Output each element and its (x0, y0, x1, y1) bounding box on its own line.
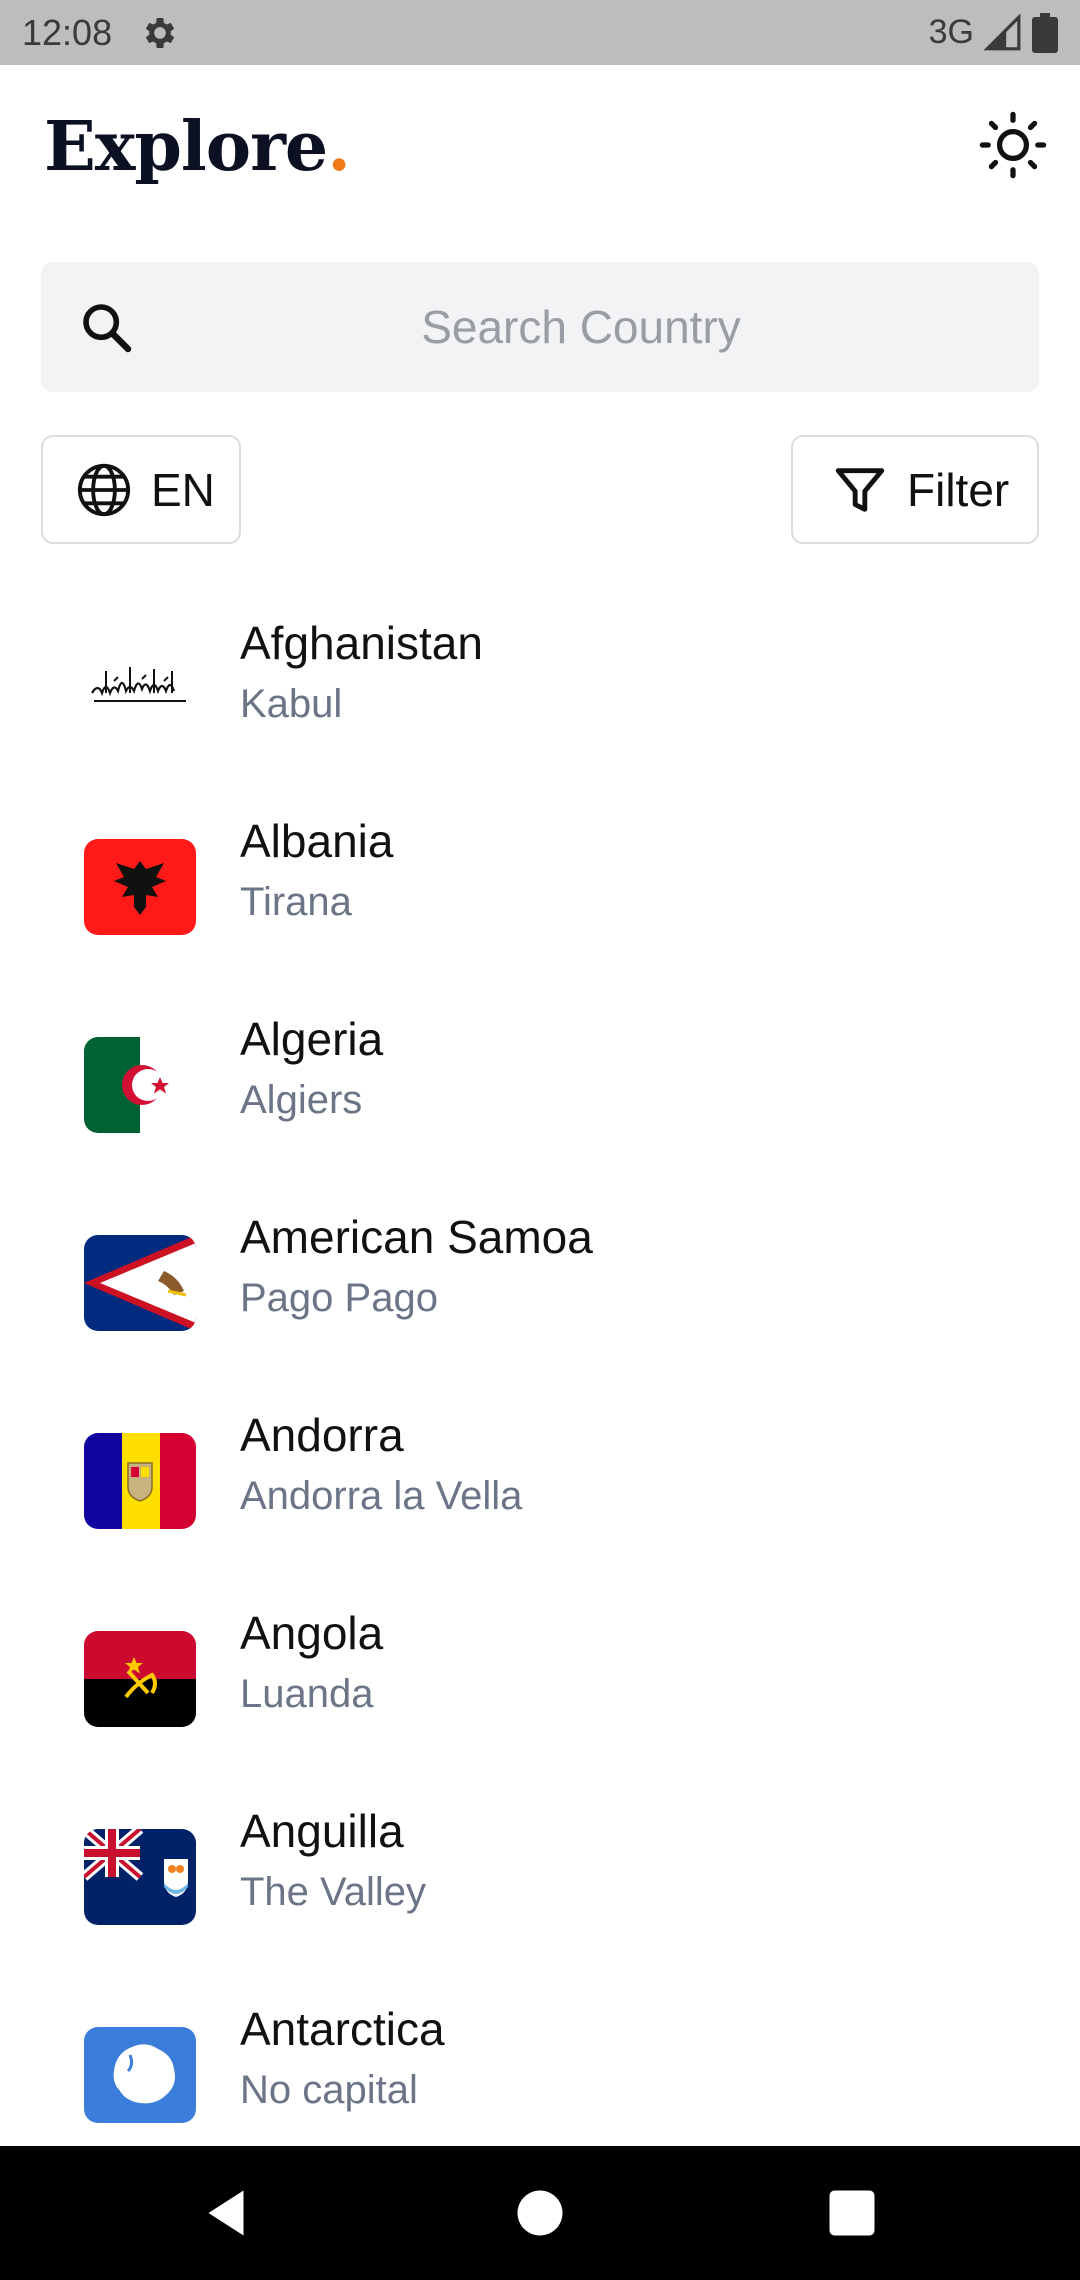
status-bar: 12:08 3G (0, 0, 1080, 65)
logo-text: Explore (44, 107, 328, 187)
andorra-flag-icon (84, 1433, 196, 1529)
country-capital: No capital (240, 2068, 418, 2112)
globe-icon (77, 463, 131, 516)
country-name: Andorra (240, 1409, 404, 1461)
country-capital: Luanda (240, 1672, 374, 1716)
list-item[interactable]: Anguilla The Valley (0, 1786, 1080, 1984)
country-name: Antarctica (240, 2003, 445, 2055)
search-bar[interactable] (41, 262, 1039, 392)
afghanistan-flag-icon (84, 641, 196, 737)
country-capital: Andorra la Vella (240, 1474, 523, 1518)
battery-icon (1032, 12, 1058, 53)
status-time: 12:08 (22, 11, 113, 53)
filter-icon (835, 467, 885, 512)
country-capital: Algiers (240, 1078, 363, 1122)
app-header: Explore. (0, 65, 1080, 220)
list-item[interactable]: Antarctica No capital (0, 1984, 1080, 2146)
list-item[interactable]: Algeria Algiers (0, 994, 1080, 1192)
filter-label: Filter (907, 463, 1010, 516)
country-name: Afghanistan (240, 617, 483, 669)
country-name: Anguilla (240, 1805, 404, 1857)
search-input[interactable] (151, 262, 1011, 392)
country-list[interactable]: Afghanistan Kabul Albania Tirana Algeria (0, 598, 1080, 2146)
country-capital: The Valley (240, 1870, 427, 1914)
search-icon (83, 304, 132, 353)
logo-dot: . (327, 107, 351, 187)
app-logo: Explore. (44, 107, 351, 187)
list-item[interactable]: American Samoa Pago Pago (0, 1192, 1080, 1390)
sun-icon[interactable] (978, 110, 1048, 180)
list-item[interactable]: Andorra Andorra la Vella (0, 1390, 1080, 1588)
recents-icon[interactable] (822, 2183, 882, 2243)
filter-button[interactable]: Filter (791, 435, 1039, 544)
american-samoa-flag-icon (84, 1235, 196, 1331)
algeria-flag-icon (84, 1037, 196, 1133)
network-type: 3G (928, 13, 974, 51)
gear-icon (145, 17, 175, 48)
country-name: Algeria (240, 1013, 384, 1065)
country-name: Angola (240, 1607, 384, 1659)
country-capital: Kabul (240, 682, 343, 726)
albania-flag-icon (84, 839, 196, 935)
anguilla-flag-icon (84, 1829, 196, 1925)
language-button[interactable]: EN (41, 435, 241, 544)
antarctica-flag-icon (84, 2027, 196, 2123)
language-label: EN (151, 463, 215, 516)
home-icon[interactable] (510, 2183, 570, 2243)
list-item[interactable]: Angola Luanda (0, 1588, 1080, 1786)
back-icon[interactable] (196, 2183, 256, 2243)
country-capital: Tirana (240, 880, 352, 924)
list-item[interactable]: Albania Tirana (0, 796, 1080, 994)
angola-flag-icon (84, 1631, 196, 1727)
country-name: American Samoa (240, 1211, 593, 1263)
signal-icon (984, 13, 1021, 50)
country-name: Albania (240, 815, 394, 867)
list-item[interactable]: Afghanistan Kabul (0, 598, 1080, 796)
system-nav-bar (0, 2146, 1080, 2280)
country-capital: Pago Pago (240, 1276, 438, 1320)
